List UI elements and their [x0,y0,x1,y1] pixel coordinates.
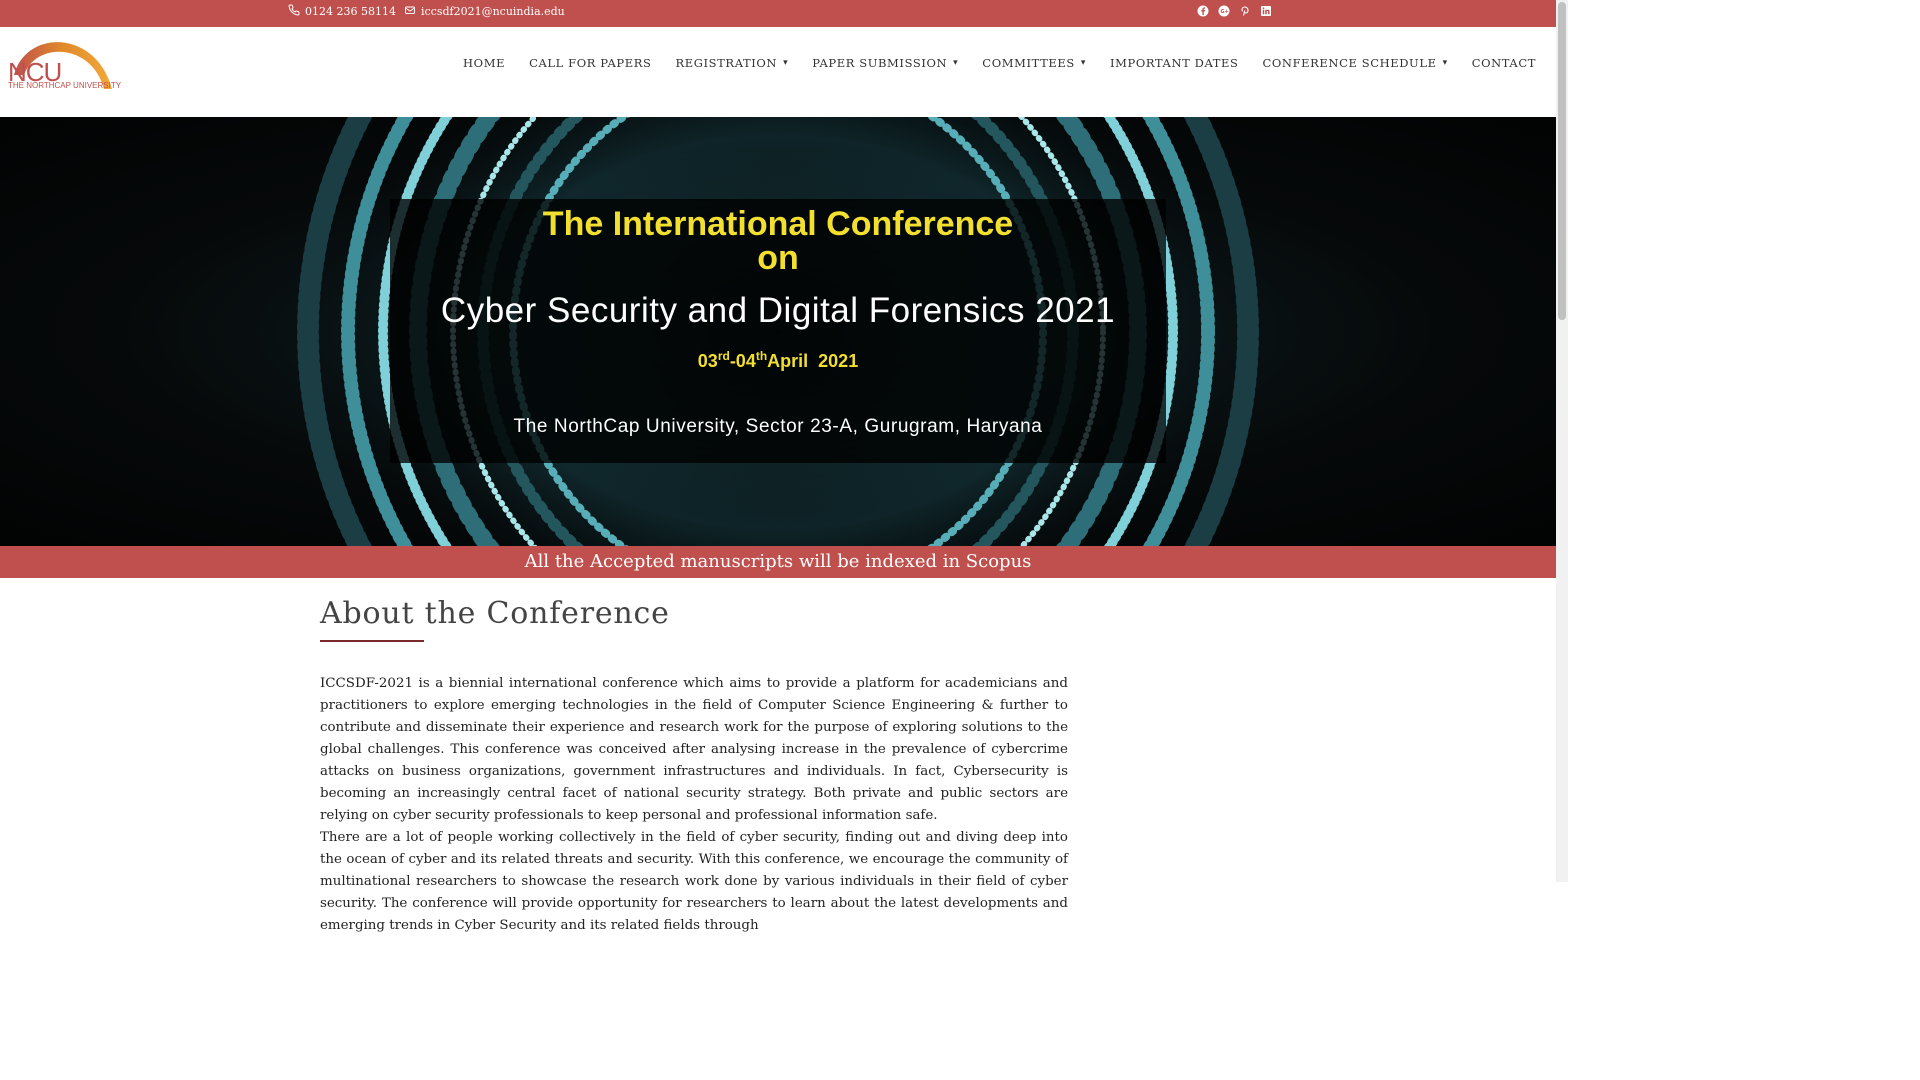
chevron-down-icon: ▾ [1080,58,1086,68]
logo-name: THE NORTHCAP UNIVERSITY [8,81,122,90]
chevron-down-icon: ▾ [1442,58,1448,68]
about-section: About the Conference ICCSDF-2021 is a bi… [320,596,1068,937]
about-heading: About the Conference [320,596,670,631]
nav-item-home[interactable]: HOME [451,56,517,70]
facebook-icon[interactable] [1196,4,1210,18]
nav-item-label: HOME [463,56,506,70]
nav-item-conference-schedule[interactable]: CONFERENCE SCHEDULE ▾ [1250,56,1459,70]
date-sup1: rd [717,349,730,363]
chevron-down-icon: ▾ [783,58,789,68]
nav-item-registration[interactable]: REGISTRATION ▾ [664,56,801,70]
nav-item-label: REGISTRATION [675,56,778,70]
site-header: NCU THE NORTHCAP UNIVERSITY HOME CALL FOR… [0,27,1556,118]
email-item[interactable]: iccsdf2021@ncuindia.edu [404,4,565,19]
nav-item-paper-submission[interactable]: PAPER SUBMISSION ▾ [800,56,970,70]
date-day2: -04 [729,351,756,371]
nav-item-call-for-papers[interactable]: CALL FOR PAPERS [517,56,663,70]
nav-item-label: CALL FOR PAPERS [529,56,652,70]
phone-number: 0124 236 58114 [305,5,396,18]
date-month-year: April 2021 [767,351,859,371]
conference-venue: The NorthCap University, Sector 23-A, Gu… [513,416,1043,437]
nav-item-contact[interactable]: CONTACT [1460,56,1548,70]
nav-item-committees[interactable]: COMMITTEES ▾ [970,56,1098,70]
social-links: G+ [1196,4,1273,18]
page-scrollbar[interactable] [1556,0,1568,882]
date-sup2: th [755,349,768,363]
nav-item-important-dates[interactable]: IMPORTANT DATES [1098,56,1251,70]
google-plus-icon[interactable]: G+ [1217,4,1231,18]
phone-item[interactable]: 0124 236 58114 [288,4,396,19]
about-paragraph-2: There are a lot of people working collec… [320,830,1068,933]
main-nav: HOME CALL FOR PAPERS REGISTRATION ▾ PAPER SU… [451,56,1548,70]
university-logo[interactable]: NCU THE NORTHCAP UNIVERSITY [6,35,122,95]
phone-icon [288,4,300,19]
nav-item-label: COMMITTEES [982,56,1075,70]
date-day1: 03 [697,351,718,371]
conference-date: 03rd-04thApril 2021 [0,349,1556,372]
top-contact: 0124 236 58114 iccsdf2021@ncuindia.edu [288,0,565,23]
top-bar: 0124 236 58114 iccsdf2021@ncuindia.edu G… [0,0,1556,27]
heading-underline [320,640,424,642]
envelope-icon [404,4,416,19]
scrollbar-thumb[interactable] [1558,2,1566,320]
email-address: iccsdf2021@ncuindia.edu [420,5,565,18]
hero-title-line2: on [757,239,799,277]
hero-title-line3: Cyber Security and Digital Forensics 202… [440,291,1116,330]
linkedin-icon[interactable] [1259,4,1273,18]
hero-banner: The International Conference on Cyber Se… [0,117,1556,546]
nav-item-label: IMPORTANT DATES [1109,56,1239,70]
nav-item-label: CONFERENCE SCHEDULE [1262,56,1437,70]
nav-item-label: CONTACT [1471,56,1536,70]
nav-item-label: PAPER SUBMISSION [812,56,948,70]
scopus-banner: All the Accepted manuscripts will be ind… [0,546,1556,578]
pinterest-icon[interactable] [1238,4,1252,18]
about-paragraph-1: ICCSDF-2021 is a biennial international … [320,676,1068,823]
chevron-down-icon: ▾ [953,58,959,68]
svg-text:G+: G+ [1221,9,1229,15]
